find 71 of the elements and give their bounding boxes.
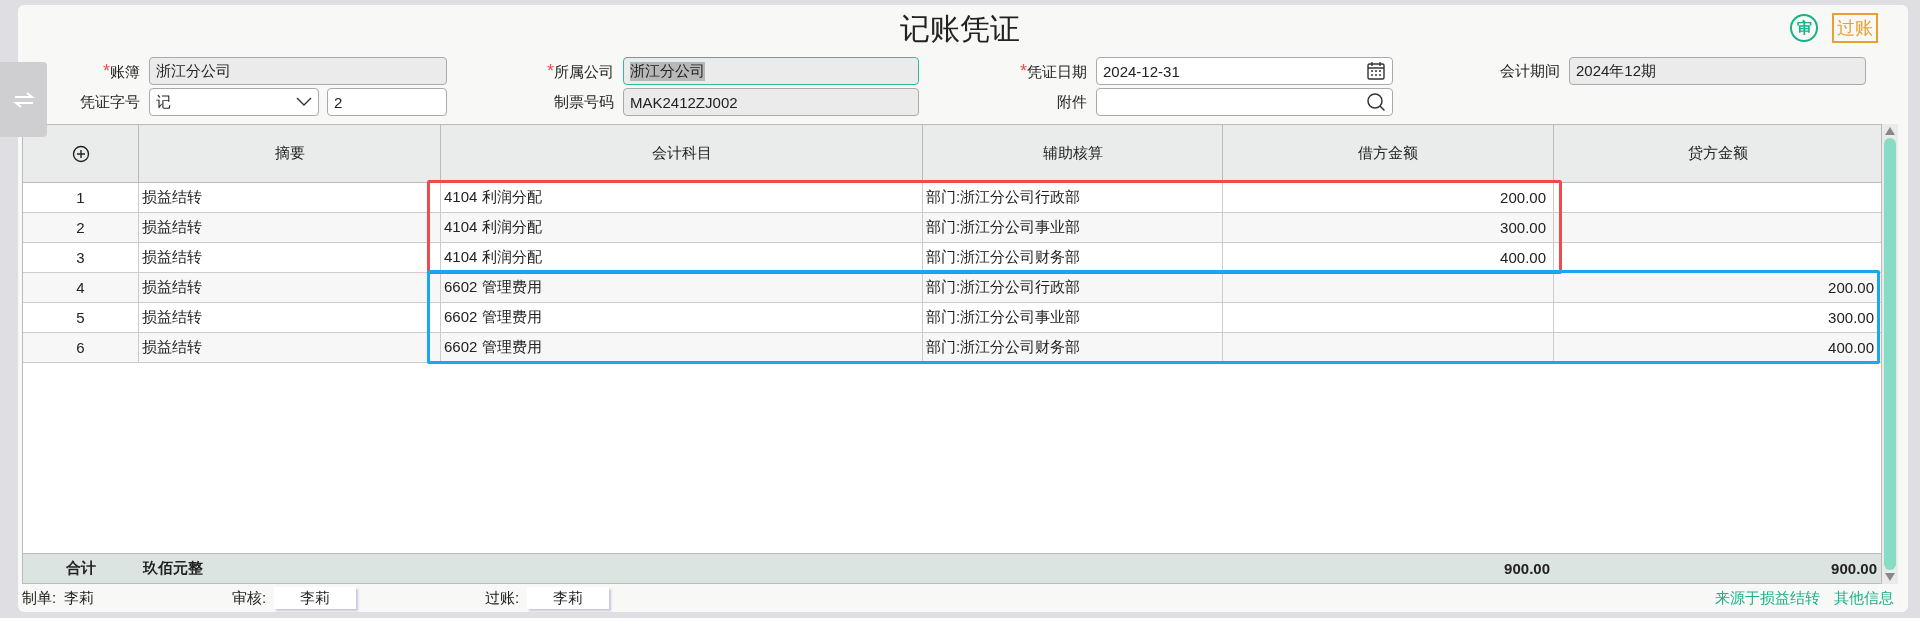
voucher-number-field[interactable]: 2 xyxy=(327,88,447,116)
signer-label: 过账: xyxy=(485,588,520,608)
signer-name-box: 李莉 xyxy=(274,587,357,609)
scrollbar-thumb[interactable] xyxy=(1884,138,1896,570)
table-cell: 4104 利润分配 xyxy=(441,183,923,212)
field-label: 会计期间 xyxy=(1500,61,1560,81)
column-header: 摘要 xyxy=(139,125,441,182)
table-cell: 损益结转 xyxy=(139,273,441,302)
table-cell: 400.00 xyxy=(1223,243,1554,272)
input-field[interactable]: 2024年12期 xyxy=(1569,57,1866,85)
table-cell: 损益结转 xyxy=(139,183,441,212)
table-cell: 部门:浙江分公司事业部 xyxy=(923,303,1223,332)
table-cell: 部门:浙江分公司行政部 xyxy=(923,273,1223,302)
column-header: 贷方金额 xyxy=(1686,143,1749,163)
signer-label: 制单: xyxy=(22,588,57,608)
table-cell: 部门:浙江分公司行政部 xyxy=(923,183,1223,212)
scroll-down-icon[interactable] xyxy=(1885,573,1895,581)
side-toggle-tab[interactable] xyxy=(0,62,47,137)
signer-name: 李莉 xyxy=(64,588,95,608)
table-cell: 4104 利润分配 xyxy=(441,213,923,242)
input-field[interactable]: 浙江分公司 xyxy=(149,57,447,85)
chevron-down-icon xyxy=(296,97,312,107)
field-label: 制票号码 xyxy=(554,92,614,112)
row-number: 2 xyxy=(23,213,139,242)
scrollbar[interactable] xyxy=(1882,124,1898,584)
field-label: 附件 xyxy=(1057,92,1087,112)
table-cell: 300.00 xyxy=(1223,213,1554,242)
table-cell: 损益结转 xyxy=(139,333,441,362)
search-icon xyxy=(1366,92,1386,112)
voucher-title: 记账凭证 xyxy=(900,10,1020,47)
table-cell: 部门:浙江分公司财务部 xyxy=(923,243,1223,272)
table-cell: 部门:浙江分公司财务部 xyxy=(923,333,1223,362)
input-field[interactable] xyxy=(1096,88,1393,116)
row-number: 6 xyxy=(23,333,139,362)
column-header: 借方金额 xyxy=(1223,125,1554,182)
signer-label: 审核: xyxy=(232,588,267,608)
signer-name-box: 李莉 xyxy=(527,587,610,609)
voucher-type-select[interactable]: 记 xyxy=(149,88,319,116)
table-cell-text: 400.00 xyxy=(1827,338,1875,358)
field-label: 凭证字号 xyxy=(80,92,140,112)
column-header: 辅助核算 xyxy=(923,125,1223,182)
row-number: 1 xyxy=(23,183,139,212)
table-cell-text: 200.00 xyxy=(1827,278,1875,298)
table-cell: 6602 管理费用 xyxy=(441,303,923,332)
table-cell: 6602 管理费用 xyxy=(441,333,923,362)
field-label: *账簿 xyxy=(103,60,140,82)
row-number: 3 xyxy=(23,243,139,272)
add-circle-icon[interactable] xyxy=(71,144,90,163)
field-label: *凭证日期 xyxy=(1020,60,1087,82)
input-field[interactable]: 浙江分公司 xyxy=(623,57,919,85)
input-field[interactable]: 2024-12-31 xyxy=(1096,57,1393,85)
row-number: 4 xyxy=(23,273,139,302)
field-label: *所属公司 xyxy=(547,60,614,82)
total-debit: 900.00 xyxy=(1503,559,1551,579)
table-cell: 损益结转 xyxy=(139,213,441,242)
table-cell: 损益结转 xyxy=(139,243,441,272)
table-cell: 200.00 xyxy=(1223,183,1554,212)
table-cell: 损益结转 xyxy=(139,303,441,332)
calendar-icon xyxy=(1366,61,1386,81)
total-label: 合计 xyxy=(65,558,97,578)
scroll-up-icon[interactable] xyxy=(1885,127,1895,135)
table-cell: 4104 利润分配 xyxy=(441,243,923,272)
row-number: 5 xyxy=(23,303,139,332)
table-cell: 部门:浙江分公司事业部 xyxy=(923,213,1223,242)
total-in-words: 玖佰元整 xyxy=(141,558,204,578)
table-cell-text: 300.00 xyxy=(1827,308,1875,328)
swap-arrows-icon xyxy=(12,90,35,109)
column-header: 会计科目 xyxy=(441,125,923,182)
input-field[interactable]: MAK2412ZJ002 xyxy=(623,88,919,116)
total-credit: 900.00 xyxy=(1830,559,1878,579)
table-cell: 6602 管理费用 xyxy=(441,273,923,302)
